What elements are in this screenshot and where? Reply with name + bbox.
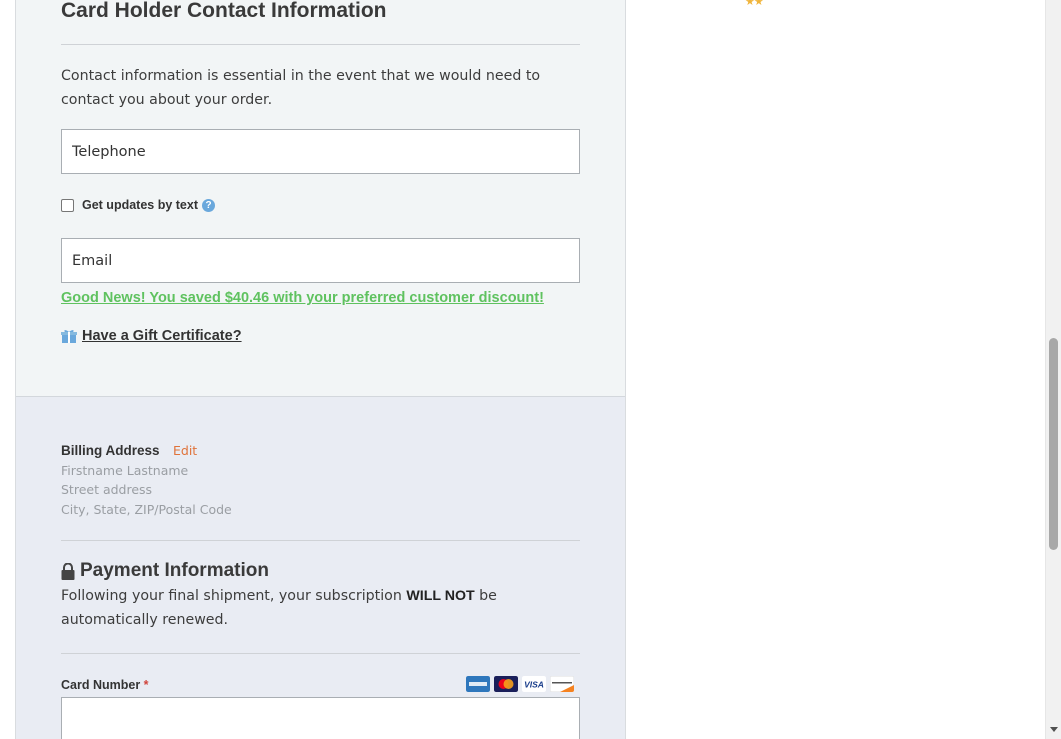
- visa-logo: VISA: [522, 676, 546, 692]
- billing-address-label: Billing Address: [61, 443, 160, 458]
- divider: [61, 540, 580, 541]
- divider: [61, 653, 580, 654]
- contact-information-section: Card Holder Contact Information Contact …: [16, 0, 625, 397]
- checkout-form-column: Card Holder Contact Information Contact …: [16, 0, 626, 739]
- gift-certificate-row[interactable]: Have a Gift Certificate?: [61, 328, 242, 344]
- amex-logo: [466, 676, 490, 692]
- gift-certificate-link[interactable]: Have a Gift Certificate?: [82, 328, 242, 344]
- lock-icon: [61, 562, 75, 580]
- discover-logo: [550, 676, 574, 692]
- gift-icon: [61, 330, 77, 343]
- email-input[interactable]: [61, 238, 580, 283]
- accepted-cards: VISA: [466, 676, 574, 692]
- required-marker: *: [143, 678, 149, 692]
- page-left-margin: [0, 0, 16, 739]
- contact-section-title: Card Holder Contact Information: [61, 0, 387, 22]
- sms-updates-checkbox[interactable]: [61, 198, 74, 212]
- discount-message-link[interactable]: Good News! You saved $40.46 with your pr…: [61, 290, 544, 306]
- sms-updates-row: Get updates by text ?: [61, 196, 215, 214]
- scrollbar-thumb[interactable]: [1049, 338, 1058, 550]
- scroll-down-arrow-icon[interactable]: [1050, 727, 1058, 732]
- billing-payment-section: Billing Address Edit Firstname Lastname …: [16, 397, 625, 739]
- telephone-input[interactable]: [61, 129, 580, 174]
- rating-stars: ★★: [745, 0, 764, 8]
- billing-name-line: Firstname Lastname: [61, 463, 189, 478]
- sms-updates-label[interactable]: Get updates by text: [82, 198, 198, 212]
- divider: [61, 44, 580, 45]
- help-icon[interactable]: ?: [202, 198, 215, 212]
- billing-street-line: Street address: [61, 482, 153, 497]
- contact-intro-text: Contact information is essential in the …: [61, 68, 541, 108]
- card-number-input[interactable]: [61, 697, 580, 739]
- billing-city-line: City, State, ZIP/Postal Code: [61, 502, 232, 517]
- payment-section-title: Payment Information: [80, 560, 269, 581]
- payment-title-row: Payment Information: [61, 560, 269, 582]
- mastercard-logo: [494, 676, 518, 692]
- svg-text:VISA: VISA: [524, 680, 544, 690]
- edit-billing-link[interactable]: Edit: [173, 443, 197, 458]
- card-number-label: Card Number *: [61, 678, 149, 692]
- renewal-notice: Following your final shipment, your subs…: [61, 588, 497, 628]
- vertical-scrollbar[interactable]: [1045, 0, 1061, 739]
